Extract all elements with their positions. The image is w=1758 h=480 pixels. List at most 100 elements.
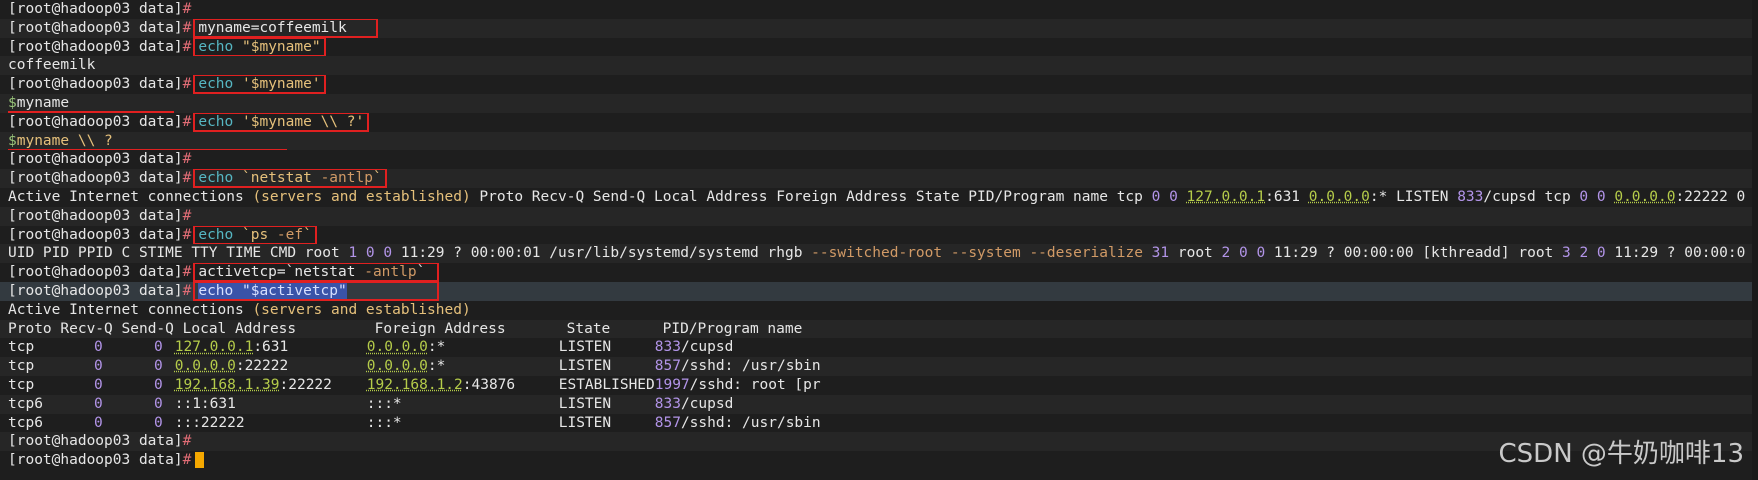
prompt-hash: # <box>182 38 192 55</box>
prompt-hash: # <box>182 226 192 243</box>
underlined-output: $myname \\ ? <box>8 132 288 151</box>
terminal-input-line[interactable]: [root@hadoop03 data]# <box>0 451 1758 470</box>
port: :22222 0 <box>1675 188 1746 205</box>
command-option: --switched-root <box>811 245 943 262</box>
command-output: (servers and established) <box>252 188 471 205</box>
terminal-line: [root@hadoop03 data]# echo `ps -ef` <box>0 225 1758 245</box>
table-row: tcp 0 0 127.0.0.1:631 0.0.0.0:* LISTEN 833/cu… <box>0 338 1758 357</box>
table-cell: 0 <box>94 414 103 431</box>
highlighted-command: echo '$myname \\ ?' <box>193 112 370 132</box>
prompt-hash: # <box>182 113 192 130</box>
command-text: activetcp=`netstat <box>198 264 365 281</box>
prompt-hash: # <box>182 151 192 168</box>
port: ::1:631 <box>174 395 236 412</box>
highlighted-command: echo '$myname' <box>193 75 326 94</box>
table-cell: 0 <box>154 395 163 412</box>
ip-address: 0.0.0.0 <box>366 339 428 356</box>
dollar-sign: $ <box>8 132 17 149</box>
watermark: CSDN @牛奶咖啡13 <box>1498 439 1744 469</box>
terminal-line: [root@hadoop03 data]# <box>0 432 1758 452</box>
port: :43876 <box>462 376 516 393</box>
terminal-line: [root@hadoop03 data]# echo "$myname" <box>0 37 1758 57</box>
table-header: State <box>566 320 611 337</box>
command-output: Active Internet connections <box>8 188 253 205</box>
table-cell: 0 <box>94 376 103 393</box>
command-output: 11:29 ? 00:00:00 [kthreadd] root <box>1273 245 1563 262</box>
prompt-hash: # <box>182 76 192 93</box>
prompt-hash: # <box>182 433 192 450</box>
command-output: root <box>1169 245 1222 262</box>
echo-keyword: echo <box>198 170 234 187</box>
command-argument: `ps <box>242 226 277 243</box>
highlighted-command: echo "$activetcp" <box>193 281 440 301</box>
echo-keyword: echo <box>198 76 234 93</box>
number-value: 3 2 0 <box>1562 245 1615 262</box>
terminal-line: [root@hadoop03 data]# echo `netstat -antl… <box>0 169 1758 188</box>
selected-command-text[interactable]: echo "$activetcp" <box>198 282 347 299</box>
port: :22222 <box>279 376 332 393</box>
command-option: -ef <box>276 226 304 243</box>
echo-keyword: echo <box>198 226 234 243</box>
command-output: 11:29 ? 00:00:0 <box>1614 245 1746 262</box>
terminal-line: UID PID PPID C STIME TTY TIME CMD root 1… <box>0 244 1758 264</box>
table-cell: tcp <box>8 376 35 393</box>
port: :::* <box>366 414 402 431</box>
table-cell: 0 <box>94 339 103 356</box>
terminal-window[interactable]: [root@hadoop03 data]# [root@hadoop03 dat… <box>0 0 1758 480</box>
prompt: [root@hadoop03 data] <box>8 1 183 17</box>
table-cell: ESTABLISHED <box>558 376 655 393</box>
table-cell: LISTEN <box>558 414 612 431</box>
pid: 857 <box>654 414 681 431</box>
table-cell: tcp6 <box>8 414 43 431</box>
port: :* <box>427 339 446 356</box>
command-output: myname \\ ? <box>16 132 113 149</box>
table-row: tcp6 0 0 ::1:631:::* LISTEN 833/cupsd <box>0 394 1758 414</box>
ip-address: 0.0.0.0 <box>174 358 236 375</box>
terminal-line: Active Internet connections (servers and… <box>0 301 1758 320</box>
command-output: Active Internet connections <box>8 301 253 318</box>
prompt: [root@hadoop03 data] <box>8 207 183 224</box>
table-header: Local Address <box>182 320 297 337</box>
terminal-line: Active Internet connections (servers and… <box>0 188 1758 207</box>
prompt: [root@hadoop03 data] <box>8 226 183 243</box>
command-option: -antlp <box>320 170 373 187</box>
prompt-hash: # <box>182 1 192 17</box>
terminal-line: [root@hadoop03 data]# myname=coffeemilk <box>0 18 1758 38</box>
highlighted-command: echo `ps -ef` <box>193 225 317 245</box>
command-output: :* LISTEN <box>1369 188 1458 205</box>
prompt-hash: # <box>182 19 192 36</box>
underlined-output: $myname <box>8 94 174 113</box>
terminal-line: coffeemilk <box>0 56 1758 76</box>
prompt-hash: # <box>182 282 192 299</box>
port: :::22222 <box>174 414 245 431</box>
port: :631 <box>1265 188 1309 205</box>
ip-address: 127.0.0.1 <box>174 339 254 356</box>
table-cell: LISTEN <box>558 395 612 412</box>
prompt-hash: # <box>182 170 192 187</box>
prompt: [root@hadoop03 data] <box>8 19 183 36</box>
prompt-hash: # <box>182 452 192 469</box>
command-argument: `netstat <box>242 170 321 187</box>
number-value: 31 <box>1151 245 1170 262</box>
scrollbar[interactable] <box>1752 0 1758 480</box>
terminal-line: $myname \\ ? <box>0 131 1758 151</box>
ip-address: 0.0.0.0 <box>1308 188 1370 205</box>
port: :* <box>427 358 446 375</box>
prompt: [root@hadoop03 data] <box>8 113 183 130</box>
table-cell: 0 <box>154 358 163 375</box>
table-cell: 0 <box>154 339 163 356</box>
table-cell: /sshd: /usr/sbin <box>680 414 821 431</box>
command-output: coffeemilk <box>8 57 96 74</box>
table-cell: tcp6 <box>8 395 43 412</box>
table-cell: /sshd: root [pr <box>689 376 821 393</box>
command-option: --system <box>950 245 1021 262</box>
port: :::* <box>366 395 402 412</box>
terminal-line: $myname <box>0 93 1758 113</box>
terminal-line: [root@hadoop03 data]# echo '$myname \\ ?' <box>0 112 1758 132</box>
table-cell: LISTEN <box>558 339 612 356</box>
table-cell: 0 <box>154 376 163 393</box>
command-option: -antlp <box>364 264 417 281</box>
command-option: --deserialize <box>1029 245 1143 262</box>
command-output <box>942 245 951 261</box>
port: :22222 <box>235 358 289 375</box>
